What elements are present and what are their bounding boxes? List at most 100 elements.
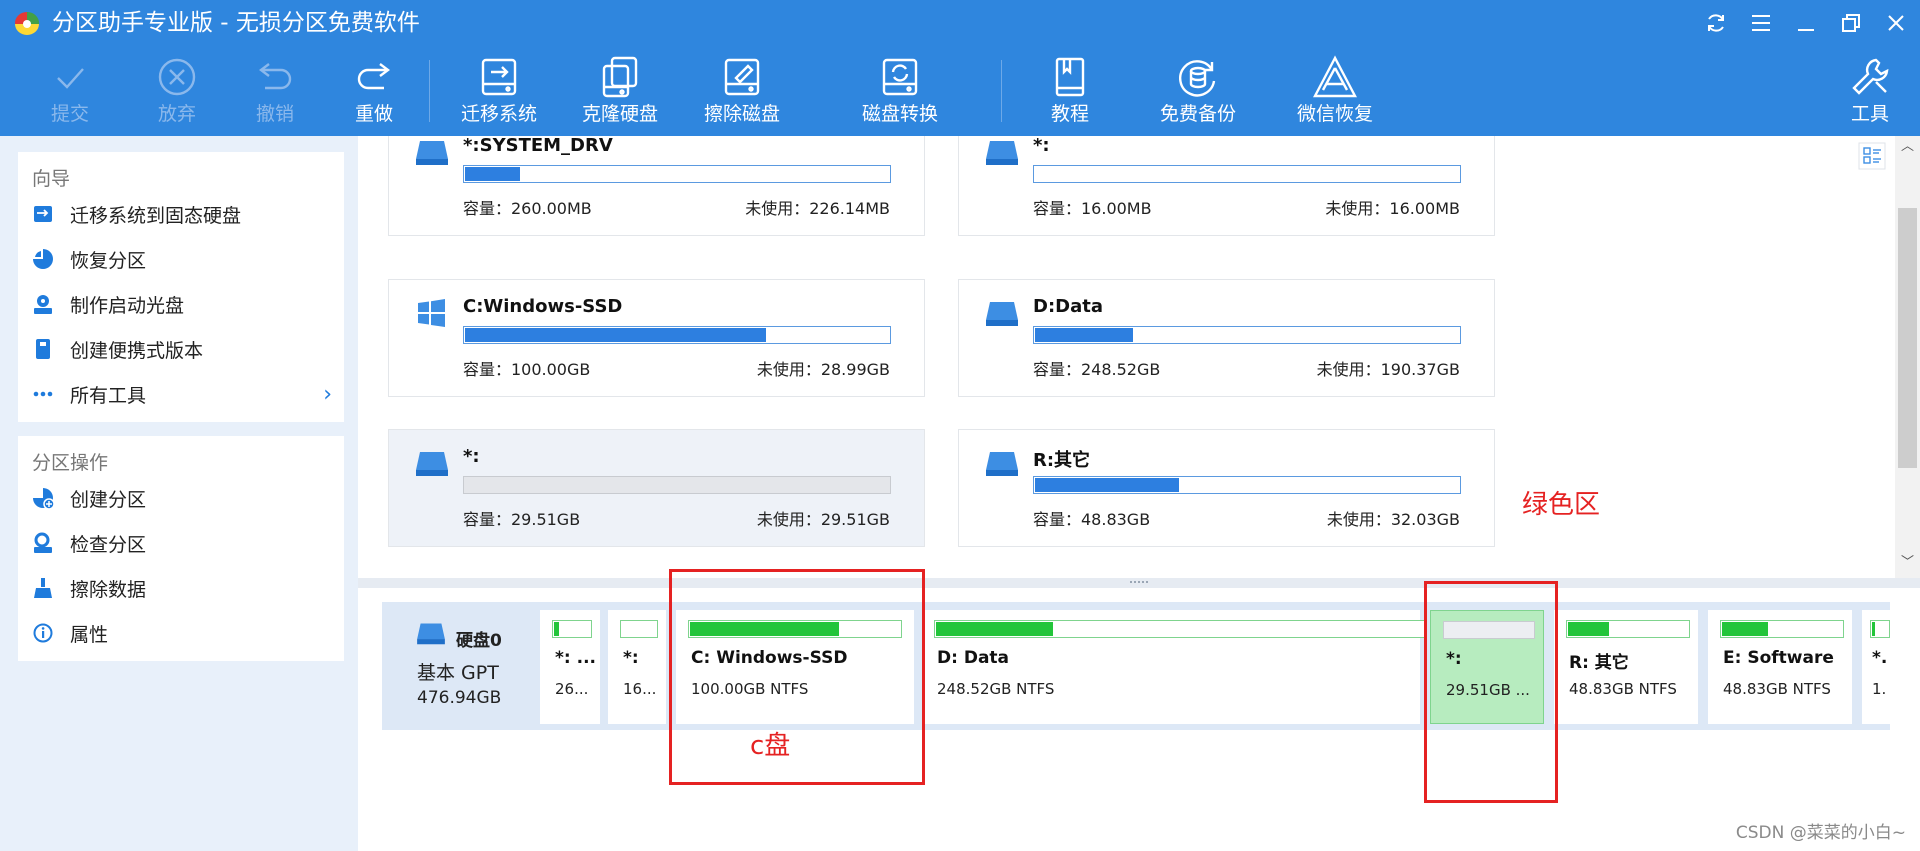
recover-partition-icon	[32, 248, 54, 270]
disk-type: 基本 GPT	[417, 662, 499, 684]
scroll-up-icon[interactable]: ︿	[1901, 140, 1914, 154]
tutorial-button[interactable]: 教程	[1015, 54, 1125, 134]
migrate-disk-icon	[481, 58, 517, 96]
splitter-grip-icon	[1130, 581, 1148, 586]
restore-icon[interactable]	[1835, 8, 1867, 38]
menu-icon[interactable]	[1745, 8, 1777, 38]
partition-block[interactable]: E: Software 48.83GB NTFS	[1708, 610, 1852, 724]
sidebar-item-migrate-os-ssd[interactable]: 迁移系统到固态硬盘	[32, 194, 332, 234]
partition-usage-bar	[552, 620, 592, 638]
scrollbar-thumb[interactable]	[1898, 208, 1917, 468]
annotation-box-c-drive	[669, 569, 925, 785]
commit-button[interactable]: 提交	[15, 54, 125, 134]
toolbar-separator	[1001, 60, 1002, 122]
chevron-right-icon: ›	[323, 381, 332, 407]
usage-bar	[1033, 165, 1461, 183]
partition-card[interactable]: *:SYSTEM_DRV 容量：260.00MB 未使用：226.14MB	[388, 136, 925, 236]
partition-usage-bar-fill	[1872, 622, 1876, 636]
undo-button[interactable]: 撤销	[220, 54, 330, 134]
partition-block[interactable]: *. 1.	[1862, 610, 1890, 724]
migrate-os-button[interactable]: 迁移系统	[444, 54, 554, 134]
free-backup-button[interactable]: 免费备份	[1143, 54, 1253, 134]
info-icon	[32, 622, 54, 644]
sidebar-item-recover-partition[interactable]: 恢复分区	[32, 239, 332, 279]
broom-icon	[32, 577, 54, 599]
sidebar-item-portable-version[interactable]: 创建便携式版本	[32, 329, 332, 369]
wipe-disk-button[interactable]: 擦除磁盘	[687, 54, 797, 134]
redo-button[interactable]: 重做	[319, 54, 429, 134]
partition-card[interactable]: D:Data 容量：248.52GB 未使用：190.37GB	[958, 279, 1495, 397]
panel-splitter[interactable]	[358, 578, 1920, 588]
partition-card[interactable]: *: 容量：16.00MB 未使用：16.00MB	[958, 136, 1495, 236]
usage-bar-fill	[1035, 328, 1133, 342]
usb-drive-icon	[32, 338, 54, 360]
usage-bar-fill	[1035, 478, 1180, 492]
sidebar: 向导 迁移系统到固态硬盘 恢复分区 制作启动光盘 创建便携式版本 所有工具 › …	[0, 136, 358, 851]
annotation-c-drive: c盘	[750, 731, 791, 761]
disk-size: 476.94GB	[417, 688, 502, 708]
convert-disk-button[interactable]: 磁盘转换	[845, 54, 955, 134]
more-dots-icon	[32, 383, 54, 405]
sidebar-item-label: 迁移系统到固态硬盘	[70, 204, 242, 227]
partition-usage-bar	[620, 620, 658, 638]
undo-icon	[259, 63, 292, 90]
partition-ops-panel: 分区操作 创建分区 检查分区 擦除数据 属性	[18, 436, 344, 661]
usage-bar-fill	[465, 167, 521, 181]
watermark: CSDN @菜菜的小白~	[1735, 823, 1906, 843]
wizard-heading: 向导	[32, 168, 71, 190]
sidebar-item-wipe-data[interactable]: 擦除数据	[32, 568, 332, 608]
tools-button[interactable]: 工具	[1815, 54, 1920, 134]
create-partition-icon	[32, 487, 54, 509]
partition-usage-bar-fill	[554, 622, 559, 636]
partition-card[interactable]: R:其它 容量：48.83GB 未使用：32.03GB	[958, 429, 1495, 547]
minimize-icon[interactable]	[1790, 8, 1822, 38]
hard-disk-icon	[417, 623, 445, 645]
disk-info[interactable]: 硬盘0 基本 GPT 476.94GB	[382, 602, 532, 730]
partition-card[interactable]: C:Windows-SSD 容量：100.00GB 未使用：28.99GB	[388, 279, 925, 397]
wizard-panel: 向导 迁移系统到固态硬盘 恢复分区 制作启动光盘 创建便携式版本 所有工具 ›	[18, 152, 344, 422]
sidebar-item-boot-disc[interactable]: 制作启动光盘	[32, 284, 332, 324]
vertical-scrollbar[interactable]: ︿ ﹀	[1895, 136, 1920, 578]
clone-disk-button[interactable]: 克隆硬盘	[565, 54, 675, 134]
sidebar-item-label: 检查分区	[70, 533, 147, 556]
discard-button[interactable]: 放弃	[122, 54, 232, 134]
partition-usage-bar-fill	[1568, 622, 1609, 636]
sidebar-item-label: 创建分区	[70, 488, 147, 511]
sidebar-item-properties[interactable]: 属性	[32, 613, 332, 653]
refresh-icon[interactable]	[1700, 8, 1732, 38]
partition-block[interactable]: *: ... 26...	[540, 610, 600, 724]
sidebar-item-label: 恢复分区	[70, 249, 147, 272]
partition-ops-heading: 分区操作	[32, 452, 109, 474]
check-icon	[57, 68, 84, 89]
drive-icon	[986, 302, 1018, 326]
partition-block[interactable]: *: 16...	[608, 610, 666, 724]
usage-bar	[463, 326, 891, 344]
view-toggle-icon[interactable]	[1858, 142, 1886, 170]
title-bar: 分区助手专业版 - 无损分区免费软件	[0, 0, 1920, 46]
usage-bar	[1033, 476, 1461, 494]
usage-bar	[463, 476, 891, 494]
partition-usage-bar	[934, 620, 1426, 638]
window-title: 分区助手专业版 - 无损分区免费软件	[52, 10, 420, 36]
boot-disc-icon	[32, 293, 54, 315]
redo-icon	[357, 63, 390, 90]
scroll-down-icon[interactable]: ﹀	[1901, 556, 1914, 570]
sidebar-item-all-tools[interactable]: 所有工具 ›	[32, 374, 332, 414]
backup-icon	[1179, 60, 1216, 97]
sidebar-item-label: 属性	[70, 623, 109, 646]
usage-bar-fill	[465, 328, 767, 342]
toolbar-separator	[429, 60, 430, 122]
partition-block[interactable]: D: Data 248.52GB NTFS	[922, 610, 1426, 724]
sidebar-item-check-partition[interactable]: 检查分区	[32, 523, 332, 563]
partition-usage-bar	[1566, 620, 1690, 638]
usage-bar	[463, 165, 891, 183]
wechat-recovery-button[interactable]: 微信恢复	[1280, 54, 1390, 134]
partition-block[interactable]: R: 其它 48.83GB NTFS	[1554, 610, 1698, 724]
convert-disk-icon	[882, 58, 918, 96]
partition-card-selected[interactable]: *: 容量：29.51GB 未使用：29.51GB	[388, 429, 925, 547]
drive-icon	[986, 452, 1018, 476]
book-icon	[1055, 57, 1085, 97]
close-icon[interactable]	[1880, 8, 1912, 38]
partition-cards-area: *:SYSTEM_DRV 容量：260.00MB 未使用：226.14MB *:…	[358, 136, 1895, 578]
sidebar-item-create-partition[interactable]: 创建分区	[32, 478, 332, 518]
